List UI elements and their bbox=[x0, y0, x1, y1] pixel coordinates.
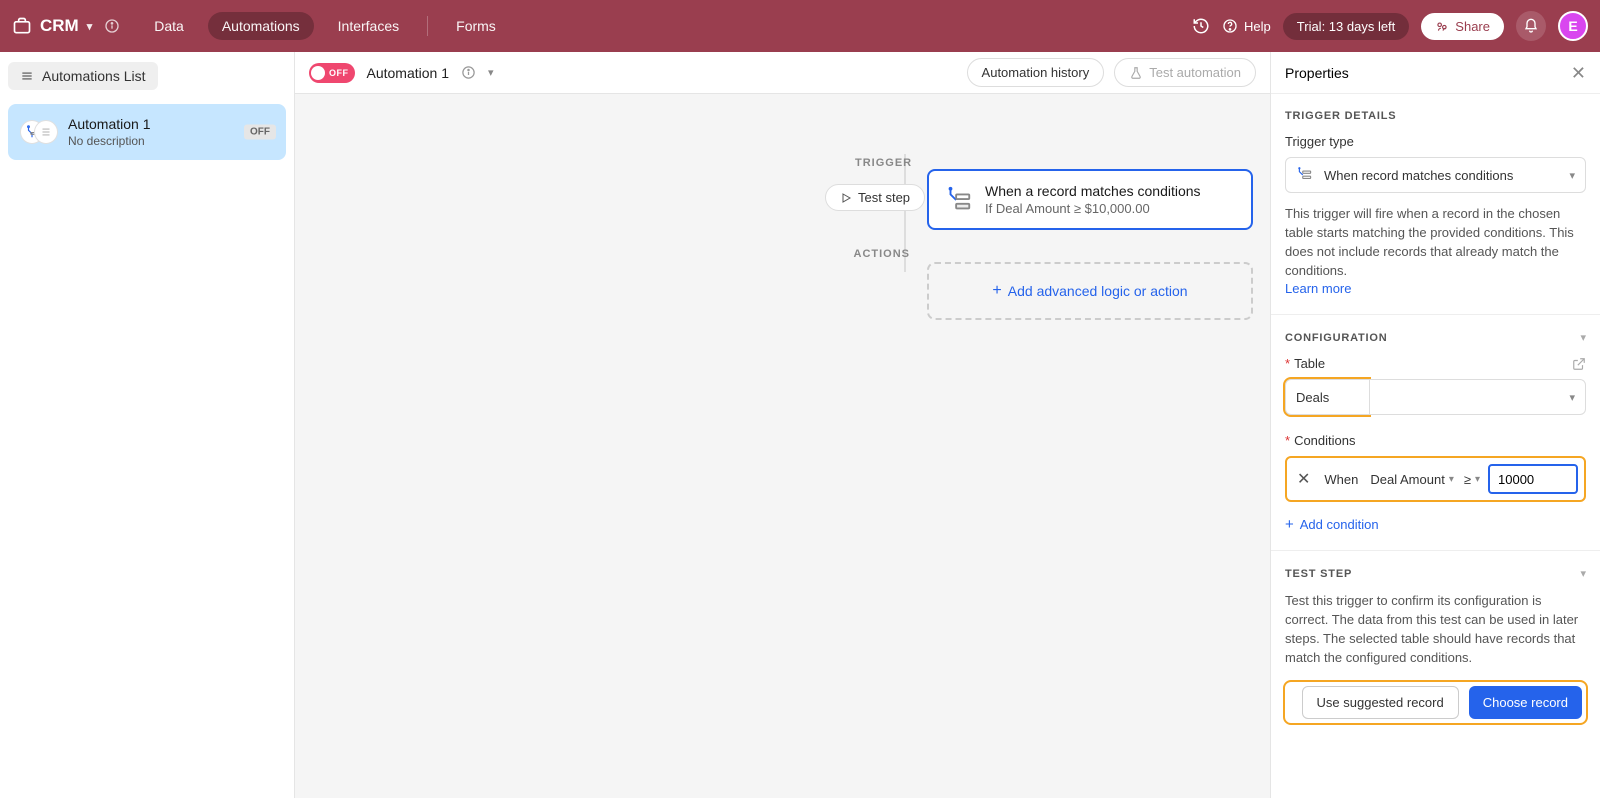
trial-pill[interactable]: Trial: 13 days left bbox=[1283, 13, 1410, 40]
chevron-down-icon[interactable]: ▾ bbox=[1580, 331, 1586, 344]
history-icon[interactable] bbox=[1192, 17, 1210, 35]
table-value: Deals bbox=[1296, 390, 1329, 405]
chevron-down-icon: ▾ bbox=[87, 20, 93, 33]
trigger-type-desc: This trigger will fire when a record in … bbox=[1285, 205, 1586, 280]
chevron-down-icon[interactable]: ▾ bbox=[1580, 567, 1586, 580]
configuration-heading: CONFIGURATION bbox=[1285, 332, 1387, 344]
table-select[interactable]: Deals bbox=[1285, 379, 1369, 415]
toggle-label: OFF bbox=[329, 68, 349, 78]
condition-icon bbox=[1296, 166, 1314, 184]
condition-icon bbox=[943, 185, 973, 215]
flask-icon bbox=[1129, 66, 1143, 80]
add-condition-label: Add condition bbox=[1300, 517, 1379, 532]
trigger-card-title: When a record matches conditions bbox=[985, 183, 1201, 199]
top-nav: Data Automations Interfaces Forms bbox=[140, 12, 510, 40]
automation-toggle[interactable]: OFF bbox=[309, 63, 355, 83]
add-action-button[interactable]: + Add advanced logic or action bbox=[927, 262, 1253, 320]
condition-operator-select[interactable]: ≥▾ bbox=[1462, 470, 1482, 489]
test-automation-label: Test automation bbox=[1149, 65, 1241, 80]
nav-divider bbox=[427, 16, 428, 36]
app-name: CRM bbox=[40, 16, 79, 36]
trigger-details-heading: TRIGGER DETAILS bbox=[1285, 110, 1586, 122]
external-link-icon[interactable] bbox=[1572, 357, 1586, 371]
chevron-down-icon: ▾ bbox=[1569, 391, 1575, 404]
nav-automations[interactable]: Automations bbox=[208, 12, 314, 40]
topbar: CRM ▾ Data Automations Interfaces Forms … bbox=[0, 0, 1600, 52]
close-icon[interactable]: ✕ bbox=[1571, 64, 1586, 82]
automation-name[interactable]: Automation 1 bbox=[367, 65, 450, 81]
trigger-card-subtitle: If Deal Amount ≥ $10,000.00 bbox=[985, 201, 1201, 216]
toggle-knob bbox=[311, 66, 325, 80]
trigger-details-section: TRIGGER DETAILS Trigger type When record… bbox=[1271, 94, 1600, 315]
test-step-label: Test step bbox=[858, 190, 910, 205]
test-step-section: TEST STEP ▾ Test this trigger to confirm… bbox=[1271, 551, 1600, 738]
menu-icon bbox=[20, 69, 34, 83]
canvas-column: OFF Automation 1 ▾ Automation history Te… bbox=[295, 52, 1271, 798]
test-automation-button[interactable]: Test automation bbox=[1114, 58, 1256, 87]
share-icon bbox=[1435, 19, 1449, 33]
nav-forms[interactable]: Forms bbox=[442, 12, 510, 40]
properties-header: Properties ✕ bbox=[1271, 52, 1600, 94]
help-icon bbox=[1222, 18, 1238, 34]
trigger-type-select[interactable]: When record matches conditions ▾ bbox=[1285, 157, 1586, 193]
configuration-section: CONFIGURATION ▾ *Table Deals ▾ *Conditio… bbox=[1271, 315, 1600, 551]
automation-card-off-badge: OFF bbox=[244, 125, 276, 140]
properties-panel: Properties ✕ TRIGGER DETAILS Trigger typ… bbox=[1271, 52, 1600, 798]
help-button[interactable]: Help bbox=[1222, 18, 1271, 34]
plus-icon: + bbox=[1285, 516, 1294, 533]
automation-card-desc: No description bbox=[68, 134, 151, 148]
automations-list-button[interactable]: Automations List bbox=[8, 62, 158, 90]
learn-more-link[interactable]: Learn more bbox=[1285, 281, 1351, 296]
condition-field-select[interactable]: Deal Amount▾ bbox=[1368, 470, 1455, 489]
plus-icon: + bbox=[992, 282, 1001, 300]
help-label: Help bbox=[1244, 19, 1271, 34]
notifications-button[interactable] bbox=[1516, 11, 1546, 41]
app-brand[interactable]: CRM ▾ bbox=[12, 16, 92, 36]
trigger-card[interactable]: When a record matches conditions If Deal… bbox=[927, 169, 1253, 230]
add-action-label: Add advanced logic or action bbox=[1008, 283, 1188, 299]
use-suggested-record-button[interactable]: Use suggested record bbox=[1302, 686, 1459, 719]
properties-title: Properties bbox=[1285, 65, 1349, 81]
info-icon[interactable] bbox=[104, 18, 120, 34]
canvas[interactable]: TRIGGER Test step When a record matches … bbox=[295, 94, 1270, 798]
actions-label: ACTIONS bbox=[853, 248, 910, 260]
test-step-desc: Test this trigger to confirm its configu… bbox=[1285, 592, 1586, 667]
avatar[interactable]: E bbox=[1558, 11, 1588, 41]
conditions-field-label: *Conditions bbox=[1285, 433, 1586, 448]
table-select-extra[interactable]: ▾ bbox=[1369, 379, 1586, 415]
table-field-label: *Table bbox=[1285, 356, 1325, 371]
automation-history-button[interactable]: Automation history bbox=[967, 58, 1105, 87]
automation-dropdown-icon[interactable]: ▾ bbox=[488, 66, 494, 79]
automation-info-icon[interactable] bbox=[461, 65, 476, 80]
topbar-right: Help Trial: 13 days left Share E bbox=[1192, 11, 1588, 41]
briefcase-icon bbox=[12, 16, 32, 36]
test-step-buttons: Use suggested record Choose record bbox=[1285, 682, 1586, 723]
test-step-heading: TEST STEP bbox=[1285, 568, 1352, 580]
list-icon bbox=[39, 125, 53, 139]
automation-card-title: Automation 1 bbox=[68, 116, 151, 132]
condition-value-input[interactable] bbox=[1488, 464, 1578, 494]
automation-history-label: Automation history bbox=[982, 65, 1090, 80]
add-condition-button[interactable]: + Add condition bbox=[1285, 516, 1379, 533]
left-sidebar: Automations List Automation 1 No descrip… bbox=[0, 52, 295, 798]
condition-when-label: When bbox=[1320, 472, 1362, 487]
trigger-type-value: When record matches conditions bbox=[1324, 168, 1513, 183]
trigger-type-label: Trigger type bbox=[1285, 134, 1586, 149]
condition-row: ✕ When Deal Amount▾ ≥▾ bbox=[1285, 456, 1586, 502]
nav-interfaces[interactable]: Interfaces bbox=[324, 12, 413, 40]
bell-icon bbox=[1523, 18, 1539, 34]
automation-card-icons bbox=[20, 119, 58, 145]
automation-card[interactable]: Automation 1 No description OFF bbox=[8, 104, 286, 160]
share-button[interactable]: Share bbox=[1421, 13, 1504, 40]
share-label: Share bbox=[1455, 19, 1490, 34]
trigger-label: TRIGGER bbox=[855, 157, 910, 169]
play-icon bbox=[840, 192, 852, 204]
remove-condition-icon[interactable]: ✕ bbox=[1293, 469, 1314, 489]
chevron-down-icon: ▾ bbox=[1569, 169, 1575, 182]
nav-data[interactable]: Data bbox=[140, 12, 198, 40]
test-step-button[interactable]: Test step bbox=[825, 184, 925, 211]
automations-list-label: Automations List bbox=[42, 68, 146, 84]
choose-record-button[interactable]: Choose record bbox=[1469, 686, 1582, 719]
canvas-header: OFF Automation 1 ▾ Automation history Te… bbox=[295, 52, 1270, 94]
